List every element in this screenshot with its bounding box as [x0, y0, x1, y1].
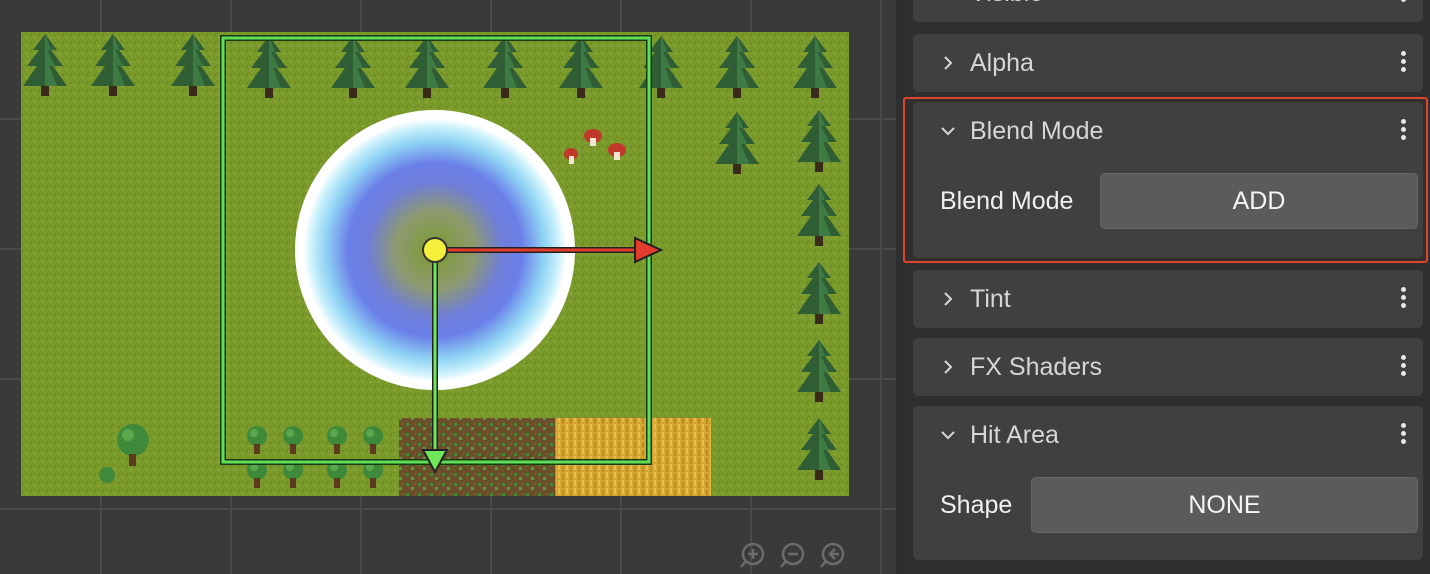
section-tint: Tint: [913, 270, 1423, 328]
more-options-icon[interactable]: [1397, 48, 1409, 78]
chevron-down-icon: [941, 127, 955, 136]
scene-canvas[interactable]: [21, 32, 849, 496]
zoom-out-icon[interactable]: [778, 540, 808, 570]
section-fx-shaders: FX Shaders: [913, 338, 1423, 396]
zoom-reset-icon[interactable]: [818, 540, 848, 570]
more-options-icon[interactable]: [1397, 420, 1409, 450]
chevron-right-icon: [944, 360, 953, 374]
more-options-icon[interactable]: [1397, 284, 1409, 314]
more-options-icon[interactable]: [1397, 116, 1409, 146]
panel-divider[interactable]: [896, 0, 906, 574]
scene-graphics: [21, 32, 849, 496]
section-alpha-header[interactable]: Alpha: [913, 34, 1423, 92]
scene-viewport[interactable]: [0, 0, 896, 574]
section-fx-shaders-header[interactable]: FX Shaders: [913, 338, 1423, 396]
section-title: FX Shaders: [970, 353, 1103, 381]
section-visible-header[interactable]: Visible: [913, 0, 1423, 22]
zoom-in-icon[interactable]: [738, 540, 768, 570]
blend-mode-label: Blend Mode: [940, 187, 1074, 215]
chevron-down-icon: [941, 431, 955, 440]
more-options-icon[interactable]: [1397, 352, 1409, 382]
section-blend-mode-header[interactable]: Blend Mode: [913, 102, 1423, 160]
section-title: Visible: [970, 0, 1043, 9]
section-hit-area-header[interactable]: Hit Area: [913, 406, 1423, 464]
section-title: Blend Mode: [970, 117, 1104, 145]
shape-dropdown[interactable]: NONE: [1031, 477, 1418, 533]
section-hit-area: Hit Area Shape NONE: [913, 406, 1423, 560]
origin-handle: [422, 237, 448, 263]
chevron-right-icon: [939, 0, 957, 2]
section-visible: Visible: [913, 0, 1423, 22]
chevron-right-icon: [944, 56, 953, 70]
section-alpha: Alpha: [913, 34, 1423, 92]
section-title: Hit Area: [970, 421, 1059, 449]
chevron-right-icon: [944, 292, 953, 306]
inspector-panel: Visible Alpha Blend Mode Blend Mode ADD: [906, 0, 1430, 574]
section-tint-header[interactable]: Tint: [913, 270, 1423, 328]
section-blend-mode: Blend Mode Blend Mode ADD: [913, 102, 1423, 258]
blend-mode-dropdown[interactable]: ADD: [1100, 173, 1418, 229]
shape-label: Shape: [940, 491, 1013, 519]
section-title: Alpha: [970, 49, 1034, 77]
more-options-icon[interactable]: [1397, 0, 1409, 8]
section-title: Tint: [970, 285, 1011, 313]
